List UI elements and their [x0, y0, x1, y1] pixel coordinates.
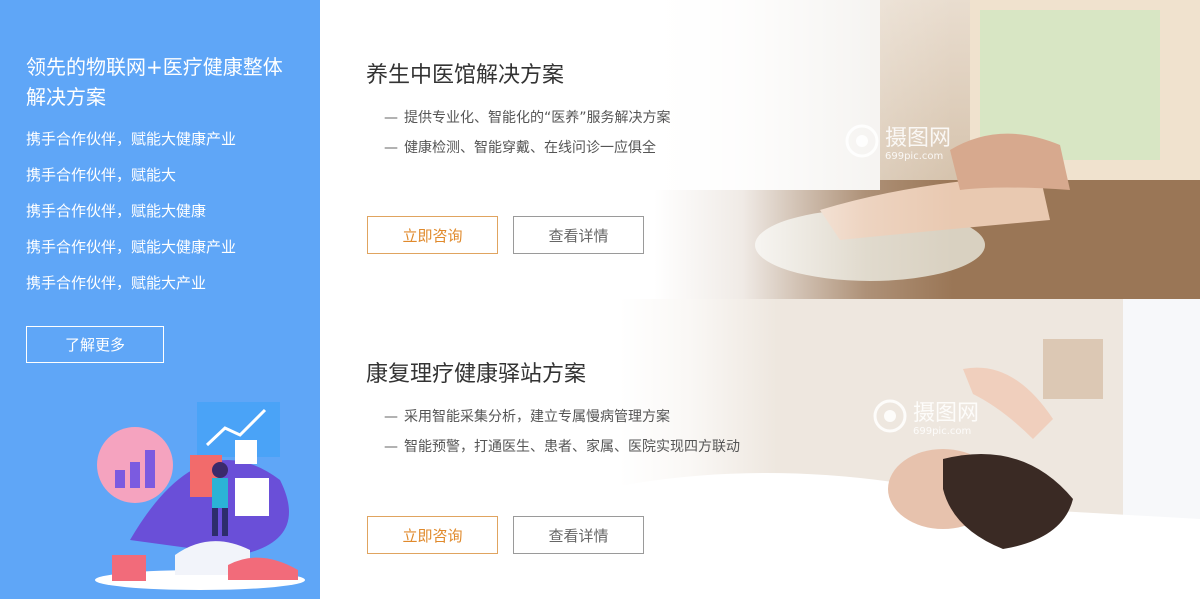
- section-title: 养生中医馆解决方案: [366, 63, 565, 88]
- bullet-item: — 提供专业化、智能化的“医养”服务解决方案: [384, 110, 671, 126]
- watermark: 摄图网 699pic.com: [845, 120, 951, 162]
- feature-item: 携手合作伙伴，赋能大健康: [26, 202, 207, 220]
- bullet-item: — 采用智能采集分析，建立专属慢病管理方案: [384, 409, 670, 425]
- left-title: 领先的物联网+医疗健康整体解决方案: [26, 55, 283, 109]
- feature-list: 携手合作伙伴，赋能大健康产业 携手合作伙伴，赋能大 携手合作伙伴，赋能大健康 携…: [26, 126, 236, 306]
- consult-button[interactable]: 立即咨询: [367, 516, 498, 554]
- section-rehab-station: 康复理疗健康驿站方案 — 采用智能采集分析，建立专属慢病管理方案 — 智能预警，打通…: [320, 299, 1200, 599]
- bullet-item: — 健康检测、智能穿戴、在线问诊一应俱全: [384, 140, 656, 156]
- watermark: 摄图网 699pic.com: [873, 395, 979, 437]
- camera-logo-icon: [873, 399, 907, 433]
- data-analysis-illustration: [95, 402, 305, 590]
- left-panel: 领先的物联网+医疗健康整体解决方案 携手合作伙伴，赋能大健康产业 携手合作伙伴，…: [0, 0, 320, 599]
- view-details-button[interactable]: 查看详情: [513, 516, 644, 554]
- feature-item: 携手合作伙伴，赋能大健康产业: [26, 130, 237, 148]
- section-tcm-clinic: 养生中医馆解决方案 — 提供专业化、智能化的“医养”服务解决方案 — 健康检测、智能…: [320, 0, 1200, 300]
- feature-item: 携手合作伙伴，赋能大: [26, 166, 177, 184]
- watermark-text: 摄图网: [885, 126, 952, 151]
- feature-item: 携手合作伙伴，赋能大健康产业: [26, 238, 237, 256]
- watermark-sub: 699pic.com: [885, 151, 944, 162]
- consult-button[interactable]: 立即咨询: [367, 216, 498, 254]
- section-bullets: — 提供专业化、智能化的“医养”服务解决方案 — 健康检测、智能穿戴、在线问诊一应俱…: [384, 106, 671, 166]
- watermark-sub: 699pic.com: [913, 426, 972, 437]
- section-bullets: — 采用智能采集分析，建立专属慢病管理方案 — 智能预警，打通医生、患者、家属、医院…: [384, 405, 740, 465]
- feature-item: 携手合作伙伴，赋能大产业: [26, 274, 207, 292]
- camera-logo-icon: [845, 124, 879, 158]
- watermark-text: 摄图网: [913, 401, 980, 426]
- bullet-item: — 智能预警，打通医生、患者、家属、医院实现四方联动: [384, 439, 740, 455]
- learn-more-button[interactable]: 了解更多: [26, 326, 164, 363]
- view-details-button[interactable]: 查看详情: [513, 216, 644, 254]
- section-title: 康复理疗健康驿站方案: [366, 362, 587, 387]
